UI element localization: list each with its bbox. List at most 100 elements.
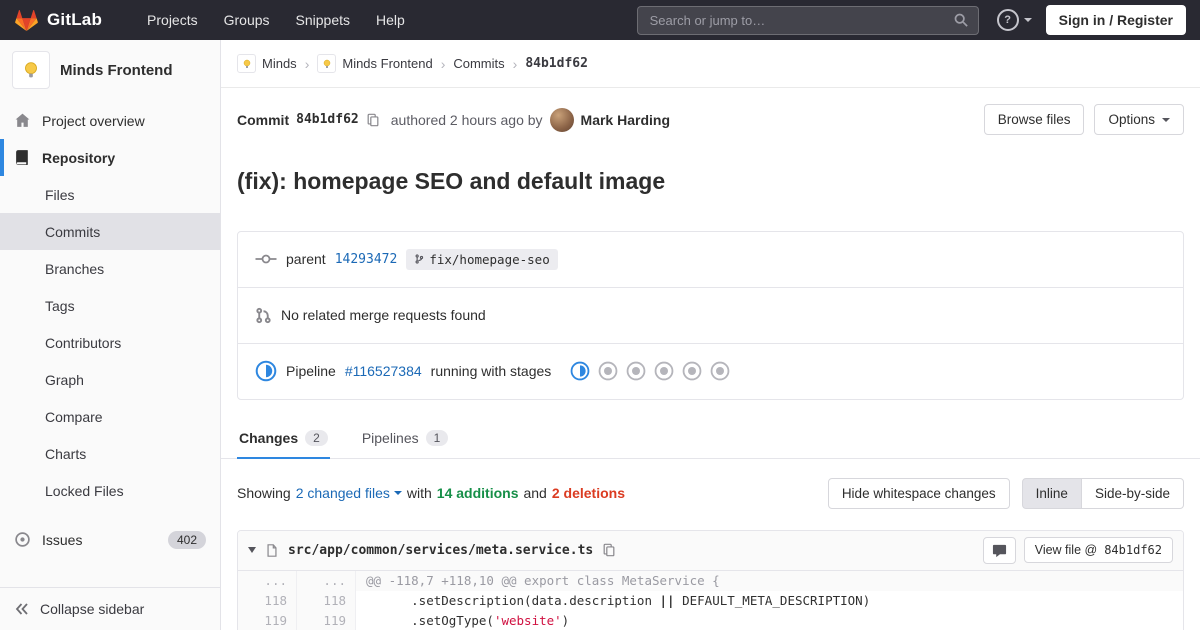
pipeline-stage-created-icon[interactable] bbox=[710, 361, 730, 381]
new-line-number[interactable]: 119 bbox=[296, 610, 356, 630]
gitlab-home-link[interactable]: GitLab bbox=[14, 8, 102, 32]
repository-subnav: Files Commits Branches Tags Contributors… bbox=[0, 176, 220, 509]
breadcrumb-link[interactable]: Minds Frontend bbox=[342, 56, 432, 71]
breadcrumb: Minds › Minds Frontend › Commits › 84b1d… bbox=[221, 40, 1200, 88]
diff-view-controls: Hide whitespace changes Inline Side-by-s… bbox=[827, 477, 1184, 509]
changed-files-dropdown[interactable]: 2 changed files bbox=[296, 485, 402, 501]
pipeline-stage-created-icon[interactable] bbox=[626, 361, 646, 381]
author-avatar[interactable] bbox=[549, 107, 574, 132]
sidebar-item-label: Repository bbox=[42, 149, 116, 166]
side-by-side-view-button[interactable]: Side-by-side bbox=[1080, 477, 1184, 509]
sidebar-item-commits[interactable]: Commits bbox=[0, 213, 220, 250]
diff-file-header: src/app/common/services/meta.service.ts … bbox=[238, 530, 1183, 571]
commit-actions: Browse files Options bbox=[983, 104, 1184, 135]
breadcrumb-separator: › bbox=[440, 55, 446, 72]
options-label: Options bbox=[1108, 112, 1155, 127]
project-name: Minds Frontend bbox=[60, 61, 173, 79]
old-line-number[interactable]: 118 bbox=[238, 590, 297, 611]
nav-projects[interactable]: Projects bbox=[134, 0, 211, 40]
showing-text: Showing bbox=[237, 485, 291, 502]
sidebar-item-files[interactable]: Files bbox=[0, 176, 220, 213]
browse-files-button[interactable]: Browse files bbox=[983, 104, 1085, 135]
commit-tabs: Changes 2 Pipelines 1 bbox=[221, 416, 1200, 459]
tab-label: Pipelines bbox=[361, 429, 419, 446]
toggle-comments-button[interactable] bbox=[982, 536, 1016, 564]
pipeline-running-icon[interactable] bbox=[255, 360, 277, 382]
pipeline-stage-running-icon[interactable] bbox=[570, 361, 590, 381]
collapse-diff-icon[interactable] bbox=[248, 547, 256, 554]
nav-help[interactable]: Help bbox=[363, 0, 418, 40]
code-operator: || bbox=[659, 592, 675, 608]
nav-groups[interactable]: Groups bbox=[211, 0, 283, 40]
code-text: .setOgType( bbox=[366, 612, 494, 628]
sidebar-item-project-overview[interactable]: Project overview bbox=[0, 102, 220, 139]
comment-icon bbox=[992, 544, 1006, 557]
pipeline-stage-created-icon[interactable] bbox=[682, 361, 702, 381]
pipeline-stage-created-icon[interactable] bbox=[598, 361, 618, 381]
diff-line-row: 119 119 .setOgType('website') bbox=[238, 610, 1184, 630]
breadcrumb-link[interactable]: Minds bbox=[262, 56, 297, 71]
code-text: .setDescription(data.description bbox=[366, 592, 660, 608]
copy-sha-button[interactable] bbox=[366, 113, 380, 127]
sidebar-item-label: Issues bbox=[42, 531, 83, 548]
sidebar-item-graph[interactable]: Graph bbox=[0, 361, 220, 398]
old-line-number[interactable]: 119 bbox=[238, 610, 297, 630]
author-name-link[interactable]: Mark Harding bbox=[581, 112, 670, 128]
sidebar-item-locked-files[interactable]: Locked Files bbox=[0, 472, 220, 509]
view-file-button[interactable]: View file @ 84b1df62 bbox=[1023, 537, 1173, 564]
sign-in-register-button[interactable]: Sign in / Register bbox=[1045, 5, 1186, 35]
sidebar-item-tags[interactable]: Tags bbox=[0, 287, 220, 324]
breadcrumb-group[interactable]: Minds bbox=[237, 54, 297, 73]
sidebar-item-contributors[interactable]: Contributors bbox=[0, 324, 220, 361]
new-line-number: ... bbox=[296, 570, 356, 591]
sidebar-item-issues[interactable]: Issues 402 bbox=[0, 521, 220, 558]
tab-pipelines[interactable]: Pipelines 1 bbox=[360, 416, 451, 458]
with-text: with bbox=[406, 485, 432, 502]
sidebar-item-charts[interactable]: Charts bbox=[0, 435, 220, 472]
home-icon bbox=[14, 112, 31, 129]
commit-node-icon bbox=[255, 252, 277, 266]
chevron-down-icon bbox=[1023, 18, 1032, 22]
collapse-sidebar-button[interactable]: Collapse sidebar bbox=[0, 587, 220, 630]
tab-label: Changes bbox=[239, 429, 299, 446]
parent-sha-link[interactable]: 14293472 bbox=[335, 252, 398, 267]
copy-icon bbox=[367, 113, 379, 126]
help-dropdown[interactable]: ? bbox=[996, 9, 1032, 31]
inline-view-button[interactable]: Inline bbox=[1021, 477, 1082, 509]
diff-file-path[interactable]: src/app/common/services/meta.service.ts bbox=[288, 543, 593, 558]
parent-label: parent bbox=[286, 251, 326, 268]
code-line: .setDescription(data.description || DEFA… bbox=[356, 591, 1184, 611]
breadcrumb-link[interactable]: Commits bbox=[453, 56, 504, 71]
project-context-header[interactable]: Minds Frontend bbox=[0, 40, 220, 102]
new-line-number[interactable]: 118 bbox=[296, 590, 356, 611]
repository-icon bbox=[14, 149, 31, 166]
sidebar-item-compare[interactable]: Compare bbox=[0, 398, 220, 435]
breadcrumb-project[interactable]: Minds Frontend bbox=[317, 54, 433, 73]
sidebar-item-branches[interactable]: Branches bbox=[0, 250, 220, 287]
nav-snippets[interactable]: Snippets bbox=[283, 0, 363, 40]
hide-whitespace-button[interactable]: Hide whitespace changes bbox=[827, 477, 1010, 509]
merge-request-row: No related merge requests found bbox=[238, 286, 1183, 343]
hunk-header-text: @@ -118,7 +118,10 @@ export class MetaSe… bbox=[355, 570, 1183, 591]
options-dropdown-button[interactable]: Options bbox=[1094, 104, 1184, 135]
pipeline-id-link[interactable]: #116527384 bbox=[345, 363, 422, 379]
project-sidebar: Minds Frontend Project overview Reposito… bbox=[0, 40, 221, 630]
and-text: and bbox=[523, 485, 547, 502]
search-icon bbox=[954, 13, 968, 27]
diff-table: ... ... @@ -118,7 +118,10 @@ export clas… bbox=[238, 570, 1184, 630]
copy-path-button[interactable] bbox=[602, 543, 616, 557]
search-box[interactable] bbox=[636, 5, 979, 35]
copy-icon bbox=[603, 544, 615, 557]
brand-name: GitLab bbox=[47, 10, 103, 29]
commit-title: (fix): homepage SEO and default image bbox=[237, 168, 666, 195]
search-input[interactable] bbox=[647, 11, 946, 29]
code-line: .setOgType('website') bbox=[356, 611, 1184, 630]
branch-ref-badge[interactable]: fix/homepage-seo bbox=[406, 248, 558, 270]
top-navbar: GitLab Projects Groups Snippets Help ? S… bbox=[0, 0, 1200, 40]
pipeline-stage-created-icon[interactable] bbox=[654, 361, 674, 381]
breadcrumb-commits[interactable]: Commits bbox=[453, 56, 504, 71]
deletions-count: 2 deletions bbox=[551, 485, 625, 502]
sidebar-item-repository[interactable]: Repository bbox=[0, 139, 220, 176]
code-text: DEFAULT_META_DESCRIPTION) bbox=[674, 592, 871, 608]
tab-changes[interactable]: Changes 2 bbox=[237, 416, 330, 459]
